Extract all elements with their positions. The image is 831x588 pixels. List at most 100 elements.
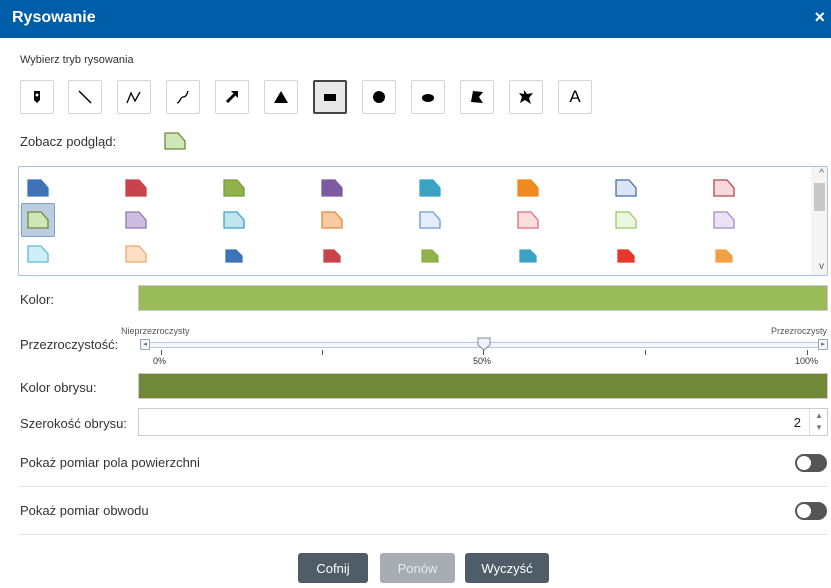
- rectangle-icon: [324, 94, 336, 101]
- line-icon: [78, 90, 92, 104]
- preview-label: Zobacz podgląd:: [20, 134, 117, 149]
- slider-tick: [645, 350, 646, 355]
- area-measure-toggle[interactable]: [795, 454, 827, 472]
- close-icon[interactable]: ×: [814, 7, 825, 28]
- toggle-knob: [797, 456, 811, 470]
- symbol-swatch[interactable]: [217, 203, 251, 237]
- redo-button[interactable]: Ponów: [380, 553, 455, 583]
- triangle-tool[interactable]: [264, 80, 298, 114]
- symbol-swatch[interactable]: [119, 203, 153, 237]
- opacity-min-label: Nieprzezroczysty: [121, 326, 190, 336]
- symbol-swatch[interactable]: [21, 171, 55, 205]
- symbol-swatch[interactable]: [119, 237, 153, 271]
- chevron-up-icon[interactable]: ^: [819, 168, 824, 179]
- symbol-swatch[interactable]: [707, 237, 741, 271]
- symbol-swatch[interactable]: [21, 203, 55, 237]
- fill-color-picker[interactable]: [138, 285, 828, 311]
- shape-icon: [615, 211, 637, 229]
- symbol-swatch[interactable]: [315, 203, 349, 237]
- symbol-swatch[interactable]: [217, 237, 251, 271]
- symbol-swatch[interactable]: [119, 171, 153, 205]
- gallery-scrollbar[interactable]: ^ v: [811, 167, 827, 275]
- freehand-polygon-icon: [519, 90, 533, 104]
- arrow-tool[interactable]: [215, 80, 249, 114]
- symbol-gallery: ^ v: [18, 166, 828, 276]
- slider-thumb[interactable]: [477, 337, 491, 351]
- shape-icon: [125, 211, 147, 229]
- freehand-polygon-tool[interactable]: [509, 80, 543, 114]
- stepper-up-icon[interactable]: ▲: [815, 411, 823, 420]
- freehand-line-tool[interactable]: [166, 80, 200, 114]
- slider-tick: [807, 350, 808, 355]
- pin-icon: [34, 91, 40, 103]
- shape-icon: [715, 249, 733, 263]
- shape-icon: [27, 179, 49, 197]
- outline-width-input[interactable]: 2 ▲ ▼: [138, 408, 828, 436]
- slider-decrement-button[interactable]: ◂: [140, 339, 150, 350]
- outline-width-label: Szerokość obrysu:: [20, 416, 127, 431]
- symbol-swatch[interactable]: [315, 237, 349, 271]
- chevron-down-icon[interactable]: v: [819, 261, 824, 272]
- point-tool[interactable]: [20, 80, 54, 114]
- symbol-swatch[interactable]: [609, 237, 643, 271]
- slider-tick: [483, 350, 484, 355]
- slider-increment-button[interactable]: ▸: [818, 339, 828, 350]
- symbol-swatch[interactable]: [413, 237, 447, 271]
- symbol-swatch[interactable]: [707, 171, 741, 205]
- symbol-swatch[interactable]: [315, 171, 349, 205]
- line-tool[interactable]: [68, 80, 102, 114]
- shape-icon: [27, 245, 49, 263]
- rectangle-tool[interactable]: [313, 80, 347, 114]
- scrollbar-thumb[interactable]: [814, 183, 825, 211]
- shape-icon: [27, 211, 49, 229]
- symbol-swatch[interactable]: [511, 203, 545, 237]
- divider: [18, 534, 828, 535]
- shape-icon: [519, 249, 537, 263]
- color-label: Kolor:: [20, 292, 54, 307]
- symbol-swatch[interactable]: [511, 237, 545, 271]
- shape-icon: [223, 211, 245, 229]
- circle-tool[interactable]: [362, 80, 396, 114]
- undo-button[interactable]: Cofnij: [298, 553, 368, 583]
- shape-icon: [517, 179, 539, 197]
- shape-icon: [419, 211, 441, 229]
- opacity-label: Przezroczystość:: [20, 337, 119, 352]
- ellipse-tool[interactable]: [411, 80, 445, 114]
- outline-width-stepper[interactable]: ▲ ▼: [809, 409, 827, 435]
- opacity-max-label: Przezroczysty: [770, 326, 827, 336]
- perimeter-measure-label: Pokaż pomiar obwodu: [20, 503, 149, 518]
- shape-icon: [713, 211, 735, 229]
- perimeter-measure-toggle[interactable]: [795, 502, 827, 520]
- shape-icon: [617, 249, 635, 263]
- toggle-knob: [797, 504, 811, 518]
- text-tool[interactable]: A: [558, 80, 592, 114]
- symbol-swatch[interactable]: [413, 203, 447, 237]
- shape-icon: [125, 179, 147, 197]
- shape-icon: [421, 249, 439, 263]
- stepper-down-icon[interactable]: ▼: [815, 423, 823, 432]
- symbol-swatch[interactable]: [707, 203, 741, 237]
- outline-width-value: 2: [793, 415, 801, 430]
- symbol-swatch[interactable]: [21, 237, 55, 271]
- symbol-swatch[interactable]: [511, 171, 545, 205]
- triangle-icon: [274, 91, 288, 103]
- shape-icon: [321, 179, 343, 197]
- tick-label: 50%: [473, 356, 492, 366]
- symbol-swatch[interactable]: [609, 171, 643, 205]
- shape-icon: [225, 249, 243, 263]
- shape-icon: [323, 249, 341, 263]
- opacity-slider[interactable]: ◂ ▸ 0% 50% 100%: [140, 336, 828, 370]
- shape-icon: [419, 179, 441, 197]
- dialog-title: Rysowanie: [12, 9, 96, 26]
- polygon-icon: [471, 91, 483, 103]
- circle-icon: [373, 91, 385, 103]
- symbol-swatch[interactable]: [217, 171, 251, 205]
- polygon-tool[interactable]: [460, 80, 494, 114]
- polyline-tool[interactable]: [117, 80, 151, 114]
- symbol-swatch[interactable]: [609, 203, 643, 237]
- clear-button[interactable]: Wyczyść: [465, 553, 549, 583]
- symbol-swatch[interactable]: [413, 171, 447, 205]
- shape-icon: [713, 179, 735, 197]
- outline-color-picker[interactable]: [138, 373, 828, 399]
- polyline-icon: [126, 91, 141, 104]
